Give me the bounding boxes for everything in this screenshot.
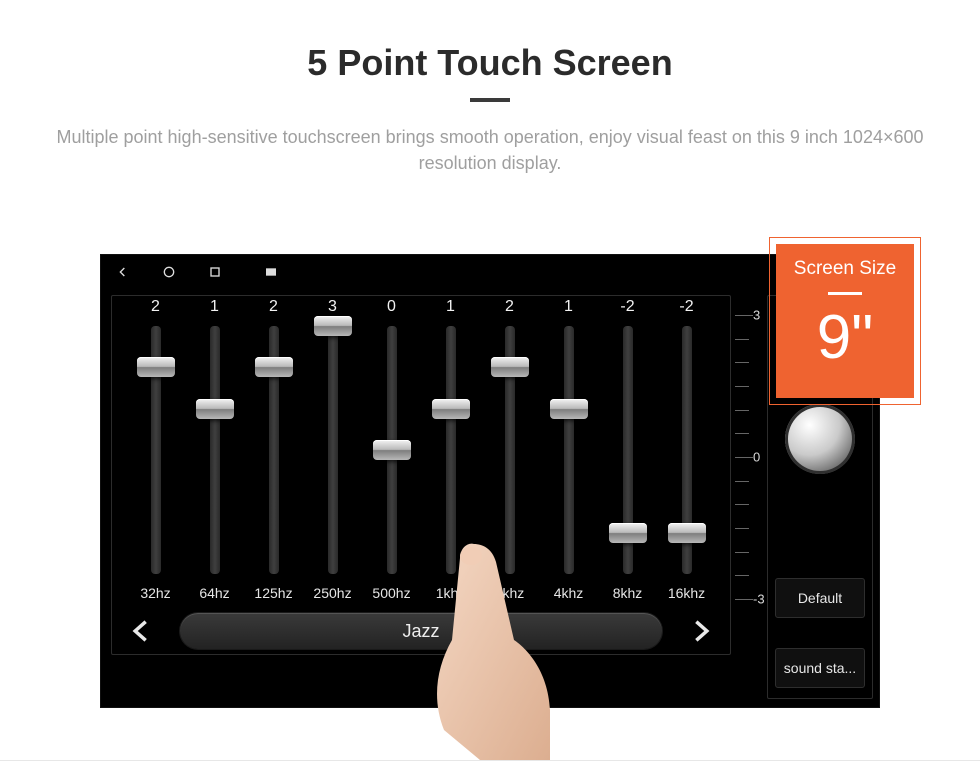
eq-slider-knob[interactable]	[609, 523, 647, 543]
eq-band-value: -2	[620, 296, 634, 322]
eq-scale-label: 3	[753, 308, 760, 323]
eq-band-freq: 16khz	[668, 580, 705, 606]
screenshot-icon[interactable]	[263, 264, 279, 280]
eq-band-freq: 64hz	[199, 580, 229, 606]
status-bar	[101, 255, 879, 289]
eq-scale-label: -3	[753, 592, 765, 607]
eq-band: 3250hz	[303, 296, 362, 606]
eq-slider-knob[interactable]	[491, 357, 529, 377]
eq-band: 2 125hz	[244, 296, 303, 606]
eq-band-value: 2	[505, 296, 514, 322]
eq-band: 0 500hz	[362, 296, 421, 606]
eq-band: 1 1khz	[421, 296, 480, 606]
eq-band-freq: 1khz	[436, 580, 466, 606]
eq-band-value: 1	[210, 296, 219, 322]
eq-slider-knob[interactable]	[668, 523, 706, 543]
eq-slider-knob[interactable]	[550, 399, 588, 419]
equalizer-panel: 2 32hz 1 64hz 2 125hz 3250hz 0 500hz 1 1khz 2 2khz 1 4…	[111, 295, 731, 655]
eq-band-freq: 250hz	[313, 580, 351, 606]
eq-band: -2 8khz	[598, 296, 657, 606]
eq-slider-knob[interactable]	[137, 357, 175, 377]
eq-scale-label: 0	[753, 450, 760, 465]
eq-slider-knob[interactable]	[255, 357, 293, 377]
eq-band-freq: 32hz	[140, 580, 170, 606]
eq-slider[interactable]	[387, 326, 397, 574]
eq-band-value: -2	[679, 296, 693, 322]
eq-band: 1 4khz	[539, 296, 598, 606]
eq-band-freq: 8khz	[613, 580, 643, 606]
balance-knob[interactable]	[785, 404, 855, 474]
eq-band-value: 2	[151, 296, 160, 322]
badge-divider	[828, 292, 862, 295]
page-title: 5 Point Touch Screen	[0, 0, 980, 84]
eq-slider[interactable]	[446, 326, 456, 574]
preset-prev-button[interactable]	[116, 610, 166, 652]
eq-band: 2 32hz	[126, 296, 185, 606]
home-icon[interactable]	[161, 264, 177, 280]
eq-slider[interactable]	[505, 326, 515, 574]
eq-band-freq: 4khz	[554, 580, 584, 606]
eq-band-value: 2	[269, 296, 278, 322]
eq-slider-knob[interactable]	[314, 316, 352, 336]
eq-scale: 30-3	[735, 315, 763, 599]
eq-slider[interactable]	[682, 326, 692, 574]
eq-slider[interactable]	[210, 326, 220, 574]
back-icon[interactable]	[115, 264, 131, 280]
screen-size-badge: Screen Size 9"	[776, 244, 914, 398]
footer-divider	[0, 760, 980, 761]
eq-band-value: 1	[446, 296, 455, 322]
default-button[interactable]: Default	[775, 578, 865, 618]
preset-next-button[interactable]	[676, 610, 726, 652]
eq-slider-knob[interactable]	[373, 440, 411, 460]
eq-band-value: 1	[564, 296, 573, 322]
eq-band: -2 16khz	[657, 296, 716, 606]
preset-select[interactable]: Jazz	[180, 613, 662, 649]
badge-value: 9"	[776, 307, 914, 369]
eq-band-freq: 125hz	[254, 580, 292, 606]
sound-stage-button[interactable]: sound sta...	[775, 648, 865, 688]
eq-band-value: 0	[387, 296, 396, 322]
badge-label: Screen Size	[776, 258, 914, 280]
device-screen: 232hz164hz2125hz3250hz0500hz11khz22khz14…	[100, 254, 880, 708]
eq-band: 1 64hz	[185, 296, 244, 606]
eq-band-freq: 500hz	[372, 580, 410, 606]
eq-slider[interactable]	[269, 326, 279, 574]
eq-slider[interactable]	[151, 326, 161, 574]
eq-slider[interactable]	[623, 326, 633, 574]
eq-slider-knob[interactable]	[432, 399, 470, 419]
title-divider	[470, 98, 510, 102]
eq-slider[interactable]	[564, 326, 574, 574]
eq-band: 2 2khz	[480, 296, 539, 606]
recent-apps-icon[interactable]	[207, 264, 223, 280]
eq-slider[interactable]	[328, 326, 338, 574]
page-subtitle: Multiple point high-sensitive touchscree…	[0, 124, 980, 176]
eq-band-freq: 2khz	[495, 580, 525, 606]
eq-slider-knob[interactable]	[196, 399, 234, 419]
